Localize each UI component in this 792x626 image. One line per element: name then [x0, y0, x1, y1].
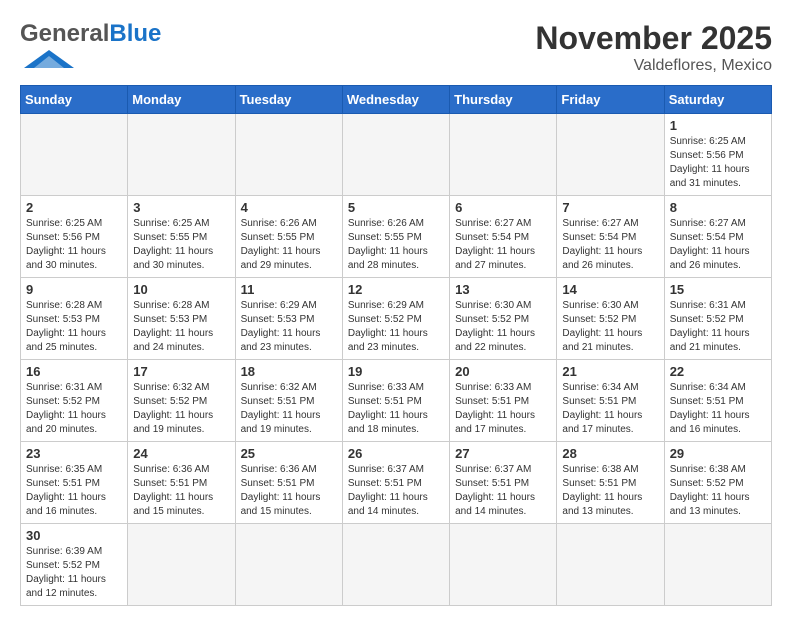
day-21: 21 Sunrise: 6:34 AM Sunset: 5:51 PM Dayl…	[557, 360, 664, 442]
weekday-header-row: Sunday Monday Tuesday Wednesday Thursday…	[21, 86, 772, 114]
month-title: November 2025	[535, 20, 772, 57]
day-empty	[664, 524, 771, 606]
day-11: 11 Sunrise: 6:29 AM Sunset: 5:53 PM Dayl…	[235, 278, 342, 360]
day-2: 2 Sunrise: 6:25 AM Sunset: 5:56 PM Dayli…	[21, 196, 128, 278]
logo: GeneralBlue	[20, 20, 161, 73]
day-20: 20 Sunrise: 6:33 AM Sunset: 5:51 PM Dayl…	[450, 360, 557, 442]
day-14: 14 Sunrise: 6:30 AM Sunset: 5:52 PM Dayl…	[557, 278, 664, 360]
day-18: 18 Sunrise: 6:32 AM Sunset: 5:51 PM Dayl…	[235, 360, 342, 442]
header-saturday: Saturday	[664, 86, 771, 114]
day-empty	[557, 114, 664, 196]
calendar-table: Sunday Monday Tuesday Wednesday Thursday…	[20, 85, 772, 606]
calendar-row-3: 9 Sunrise: 6:28 AM Sunset: 5:53 PM Dayli…	[21, 278, 772, 360]
day-8: 8 Sunrise: 6:27 AM Sunset: 5:54 PM Dayli…	[664, 196, 771, 278]
day-9: 9 Sunrise: 6:28 AM Sunset: 5:53 PM Dayli…	[21, 278, 128, 360]
day-23: 23 Sunrise: 6:35 AM Sunset: 5:51 PM Dayl…	[21, 442, 128, 524]
day-4: 4 Sunrise: 6:26 AM Sunset: 5:55 PM Dayli…	[235, 196, 342, 278]
day-30: 30 Sunrise: 6:39 AM Sunset: 5:52 PM Dayl…	[21, 524, 128, 606]
day-empty	[342, 524, 449, 606]
header-sunday: Sunday	[21, 86, 128, 114]
header-thursday: Thursday	[450, 86, 557, 114]
day-empty	[450, 114, 557, 196]
header-friday: Friday	[557, 86, 664, 114]
day-28: 28 Sunrise: 6:38 AM Sunset: 5:51 PM Dayl…	[557, 442, 664, 524]
logo-text: GeneralBlue	[20, 20, 161, 73]
day-16: 16 Sunrise: 6:31 AM Sunset: 5:52 PM Dayl…	[21, 360, 128, 442]
day-empty	[21, 114, 128, 196]
calendar-row-1: 1 Sunrise: 6:25 AM Sunset: 5:56 PM Dayli…	[21, 114, 772, 196]
header-monday: Monday	[128, 86, 235, 114]
day-27: 27 Sunrise: 6:37 AM Sunset: 5:51 PM Dayl…	[450, 442, 557, 524]
day-empty	[235, 524, 342, 606]
logo-general: General	[20, 20, 109, 47]
day-25: 25 Sunrise: 6:36 AM Sunset: 5:51 PM Dayl…	[235, 442, 342, 524]
day-6: 6 Sunrise: 6:27 AM Sunset: 5:54 PM Dayli…	[450, 196, 557, 278]
day-empty	[128, 114, 235, 196]
header-wednesday: Wednesday	[342, 86, 449, 114]
day-22: 22 Sunrise: 6:34 AM Sunset: 5:51 PM Dayl…	[664, 360, 771, 442]
calendar-row-6: 30 Sunrise: 6:39 AM Sunset: 5:52 PM Dayl…	[21, 524, 772, 606]
day-29: 29 Sunrise: 6:38 AM Sunset: 5:52 PM Dayl…	[664, 442, 771, 524]
page-header: GeneralBlue November 2025 Valdeflores, M…	[20, 20, 772, 75]
day-empty	[342, 114, 449, 196]
day-3: 3 Sunrise: 6:25 AM Sunset: 5:55 PM Dayli…	[128, 196, 235, 278]
day-empty	[450, 524, 557, 606]
day-empty	[128, 524, 235, 606]
day-19: 19 Sunrise: 6:33 AM Sunset: 5:51 PM Dayl…	[342, 360, 449, 442]
day-5: 5 Sunrise: 6:26 AM Sunset: 5:55 PM Dayli…	[342, 196, 449, 278]
day-empty	[235, 114, 342, 196]
day-1: 1 Sunrise: 6:25 AM Sunset: 5:56 PM Dayli…	[664, 114, 771, 196]
day-17: 17 Sunrise: 6:32 AM Sunset: 5:52 PM Dayl…	[128, 360, 235, 442]
day-24: 24 Sunrise: 6:36 AM Sunset: 5:51 PM Dayl…	[128, 442, 235, 524]
header-tuesday: Tuesday	[235, 86, 342, 114]
calendar-row-2: 2 Sunrise: 6:25 AM Sunset: 5:56 PM Dayli…	[21, 196, 772, 278]
day-26: 26 Sunrise: 6:37 AM Sunset: 5:51 PM Dayl…	[342, 442, 449, 524]
logo-blue: Blue	[109, 20, 161, 47]
day-7: 7 Sunrise: 6:27 AM Sunset: 5:54 PM Dayli…	[557, 196, 664, 278]
logo-icon	[24, 50, 74, 68]
day-13: 13 Sunrise: 6:30 AM Sunset: 5:52 PM Dayl…	[450, 278, 557, 360]
calendar-row-5: 23 Sunrise: 6:35 AM Sunset: 5:51 PM Dayl…	[21, 442, 772, 524]
day-15: 15 Sunrise: 6:31 AM Sunset: 5:52 PM Dayl…	[664, 278, 771, 360]
calendar-row-4: 16 Sunrise: 6:31 AM Sunset: 5:52 PM Dayl…	[21, 360, 772, 442]
location: Valdeflores, Mexico	[535, 57, 772, 75]
title-block: November 2025 Valdeflores, Mexico	[535, 20, 772, 75]
day-10: 10 Sunrise: 6:28 AM Sunset: 5:53 PM Dayl…	[128, 278, 235, 360]
day-12: 12 Sunrise: 6:29 AM Sunset: 5:52 PM Dayl…	[342, 278, 449, 360]
day-empty	[557, 524, 664, 606]
